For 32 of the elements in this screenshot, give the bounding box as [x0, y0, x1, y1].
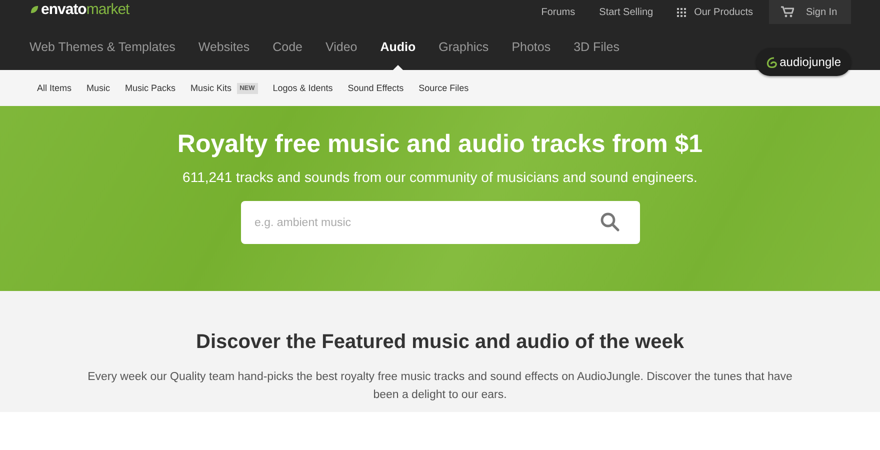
products-link[interactable]: Our Products: [665, 0, 765, 24]
category-tab[interactable]: Video: [314, 24, 369, 70]
subnav-link[interactable]: Source Files: [418, 83, 469, 93]
top-link[interactable]: Start Selling: [587, 0, 666, 24]
search-field[interactable]: e.g. ambient music: [240, 201, 640, 244]
hero-title: Royalty free music and audio tracks from $1: [177, 130, 703, 159]
subnav-link[interactable]: Music Packs: [125, 83, 176, 93]
featured-description: Every week our Quality team hand-picks the best royalty free music tracks and sound effects on AudioJungle. Discover the tunes that have been a delight to our ears.: [86, 370, 794, 403]
logo-text: envatomarket: [41, 0, 130, 18]
subnav-link[interactable]: Sound Effects: [348, 83, 404, 93]
subnav-link[interactable]: All Items: [37, 83, 72, 93]
category-tab[interactable]: Audio: [368, 24, 428, 70]
featured-title: Discover the Featured music and audio of the week: [196, 331, 684, 354]
subnav-link[interactable]: Music Kits: [190, 83, 232, 93]
category-tab[interactable]: Websites: [186, 24, 262, 70]
sign-in-button[interactable]: Sign In: [769, 0, 851, 24]
subnav-link[interactable]: Logos & Idents: [272, 83, 333, 93]
top-link[interactable]: Forums: [529, 0, 588, 24]
envato-logo[interactable]: envatomarket: [30, 0, 130, 18]
category-tab[interactable]: Graphics: [427, 24, 500, 70]
category-tab[interactable]: Code: [261, 24, 314, 70]
hero-subtitle: 611,241 tracks and sounds from our community of musicians and sound engineers.: [182, 169, 698, 185]
search-icon[interactable]: [600, 212, 620, 232]
category-tab[interactable]: Web Themes & Templates: [18, 24, 187, 70]
subnav-link[interactable]: Music: [86, 83, 110, 93]
audiojungle-badge[interactable]: audiojungle: [756, 48, 851, 76]
leaf-icon: [30, 4, 39, 14]
category-tab[interactable]: 3D Files: [562, 24, 631, 70]
cart-icon: [781, 6, 794, 18]
grid-icon: [677, 8, 686, 16]
category-tab[interactable]: Photos: [500, 24, 562, 70]
swirl-icon: [766, 56, 778, 68]
